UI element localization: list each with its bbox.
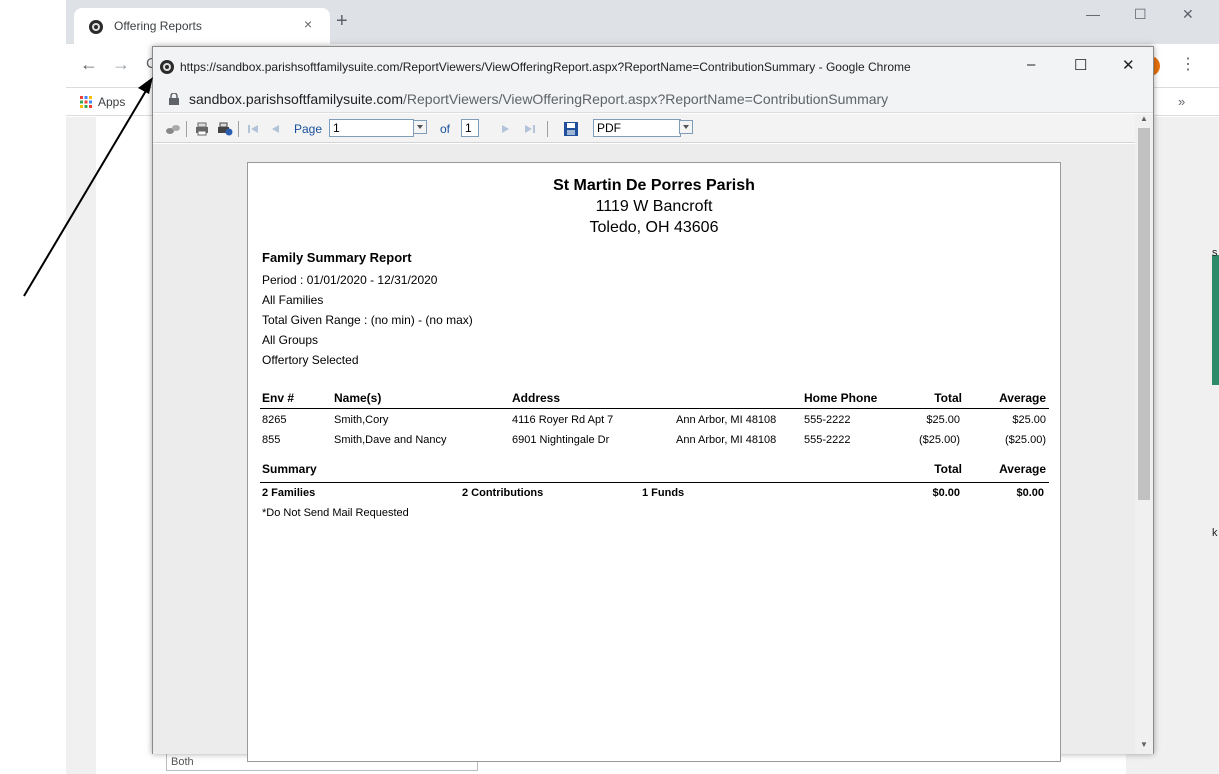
page-label: Page [294,122,323,136]
popup-address-bar[interactable]: sandbox.parishsoftfamilysuite.com/Report… [153,87,1153,113]
outer-maximize-icon[interactable]: ☐ [1134,6,1147,23]
print-icon[interactable] [194,121,210,137]
summary-contributions: 2 Contributions [462,487,544,499]
row-street: 4116 Royer Rd Apt 7 [512,414,614,426]
report-title: Family Summary Report [262,250,412,265]
criteria-line: Period : 01/01/2020 - 12/31/2020 [262,273,438,287]
row-env: 8265 [262,414,287,426]
toolbar-separator [547,121,548,137]
back-arrow-icon[interactable]: ← [80,54,98,75]
parish-name: St Martin De Porres Parish [553,177,755,194]
apps-grid-icon [80,96,92,108]
summary-families: 2 Families [262,487,316,499]
summary-total-header: Total [934,462,962,476]
outer-right-green-panel [1212,255,1219,385]
forward-arrow-icon[interactable]: → [112,54,130,75]
row-phone: 555-2222 [804,434,851,446]
outer-tab-close-icon[interactable]: × [304,16,312,32]
summary-rule [260,482,1049,483]
url-host: sandbox.parishsoftfamilysuite.com [189,91,403,107]
footnote: *Do Not Send Mail Requested [262,507,409,519]
print-layout-icon[interactable] [217,121,233,137]
criteria-line: All Groups [262,333,319,347]
url-path: /ReportViewers/ViewOfferingReport.aspx?R… [403,91,889,107]
page-number-value: 1 [333,121,340,135]
scroll-down-icon[interactable]: ▼ [1140,740,1148,749]
first-page-icon[interactable] [245,121,261,137]
scrollbar-thumb[interactable] [1138,128,1150,500]
report-viewer-popup: https://sandbox.parishsoftfamilysuite.co… [152,46,1154,762]
column-header-phone: Home Phone [804,391,878,405]
summary-total: $0.00 [932,487,960,499]
total-pages-box: 1 [461,119,479,137]
parish-favicon-icon [89,20,103,34]
new-tab-button[interactable]: + [336,11,348,31]
toolbar-separator [186,121,187,137]
row-phone: 555-2222 [804,414,851,426]
popup-close-icon[interactable]: ✕ [1122,56,1135,74]
export-format-select[interactable]: PDF [593,119,681,137]
of-label: of [440,122,451,136]
criteria-line: Offertory Selected [262,353,359,367]
report-page: St Martin De Porres Parish 1119 W Bancro… [247,162,1061,762]
lock-icon [169,93,179,105]
popup-title-bar: https://sandbox.parishsoftfamilysuite.co… [153,47,1153,87]
summary-funds: 1 Funds [642,487,685,499]
row-total: ($25.00) [919,434,960,446]
header-rule [260,408,1049,409]
chrome-menu-icon[interactable]: ⋮ [1180,54,1196,74]
viewer-scrollbar[interactable]: ▲ ▼ [1135,114,1153,754]
row-average: $25.00 [1012,414,1046,426]
page-dropdown-icon[interactable] [413,120,427,134]
column-header-names: Name(s) [334,391,382,405]
page-number-input[interactable]: 1 [329,119,414,137]
column-header-average: Average [999,391,1046,405]
summary-average: $0.00 [1016,487,1044,499]
column-header-address: Address [512,391,561,405]
row-street: 6901 Nightingale Dr [512,434,610,446]
row-names: Smith,Dave and Nancy [334,434,447,446]
outer-close-icon[interactable]: ✕ [1182,6,1194,23]
scroll-up-icon[interactable]: ▲ [1140,114,1148,123]
row-total: $25.00 [926,414,960,426]
bookmarks-overflow-icon[interactable]: » [1178,94,1185,109]
binoculars-icon[interactable] [165,121,181,137]
report-viewer-area: St Martin De Porres Parish 1119 W Bancro… [153,144,1135,762]
last-page-icon[interactable] [522,121,538,137]
popup-minimize-icon[interactable]: – [1027,56,1035,73]
popup-maximize-icon[interactable]: ☐ [1074,56,1087,74]
toolbar-separator [238,121,239,137]
prev-page-icon[interactable] [268,121,284,137]
outer-tab[interactable]: Offering Reports × [74,8,330,44]
total-pages-value: 1 [465,121,472,135]
save-icon[interactable] [563,121,579,137]
bookmark-apps[interactable]: Apps [98,95,125,109]
report-toolbar: Page 1 of 1 PDF [153,114,1135,143]
row-city: Ann Arbor, MI 48108 [676,434,777,446]
row-average: ($25.00) [1005,434,1046,446]
parish-address-line2: Toledo, OH 43606 [589,219,719,236]
outer-tab-strip: Offering Reports × + — ☐ ✕ [66,0,1219,44]
summary-average-header: Average [999,462,1046,476]
popup-url-text: sandbox.parishsoftfamilysuite.com/Report… [189,91,888,107]
criteria-line: Total Given Range : (no min) - (no max) [262,313,473,327]
criteria-line: All Families [262,293,324,307]
parish-favicon-icon [160,60,174,74]
outer-tab-title: Offering Reports [114,19,202,33]
export-format-value: PDF [597,121,621,135]
row-names: Smith,Cory [334,414,389,426]
next-page-icon[interactable] [497,121,513,137]
column-header-env: Env # [262,391,295,405]
outer-right-text: k [1212,527,1218,539]
row-env: 855 [262,434,281,446]
export-dropdown-icon[interactable] [679,120,693,134]
outer-right-text: s [1212,247,1218,259]
outer-minimize-icon[interactable]: — [1086,6,1100,22]
row-city: Ann Arbor, MI 48108 [676,414,777,426]
column-header-total: Total [934,391,962,405]
parish-address-line1: 1119 W Bancroft [595,198,713,215]
summary-label: Summary [262,462,317,476]
popup-window-title: https://sandbox.parishsoftfamilysuite.co… [180,60,911,74]
